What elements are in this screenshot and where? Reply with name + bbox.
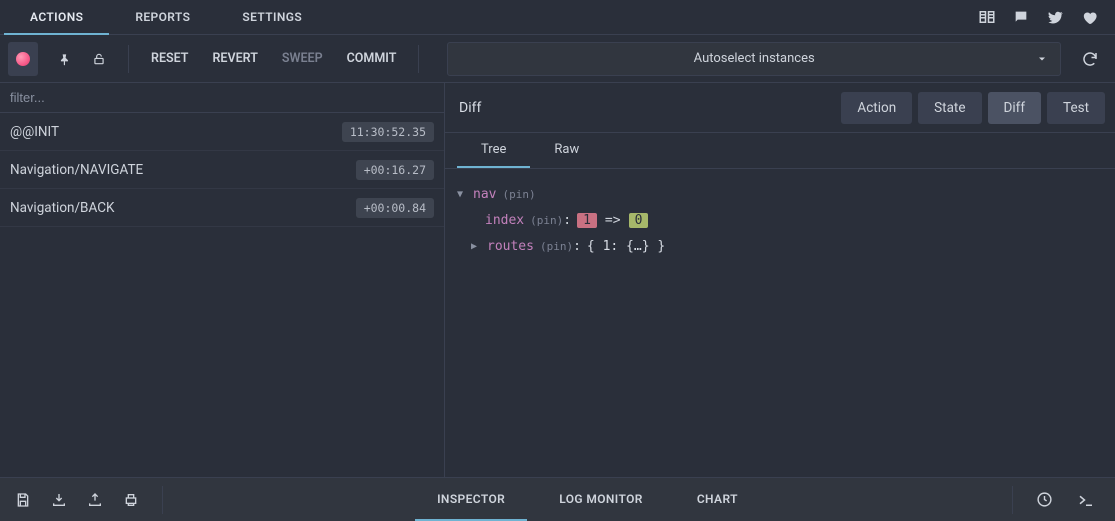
diff-arrow: => [605, 213, 621, 228]
actions-list: @@INIT 11:30:52.35 Navigation/NAVIGATE +… [0, 113, 444, 477]
main: @@INIT 11:30:52.35 Navigation/NAVIGATE +… [0, 83, 1115, 477]
record-button[interactable] [8, 42, 38, 76]
toolbar: RESET REVERT SWEEP COMMIT Autoselect ins… [0, 35, 1115, 83]
sweep-button[interactable]: SWEEP [270, 51, 335, 66]
diff-tree: ▼ nav (pin) index (pin): 1 => 0 ▶ routes… [445, 169, 1115, 477]
tree-key: nav [473, 187, 496, 202]
diff-new-value: 0 [629, 213, 649, 228]
twitter-icon[interactable] [1041, 3, 1069, 31]
action-name: Navigation/BACK [10, 200, 356, 216]
diff-old-value: 1 [577, 213, 597, 228]
bottom-tabs: INSPECTOR LOG MONITOR CHART [173, 478, 1002, 521]
mode-action[interactable]: Action [841, 92, 912, 124]
tree-key: routes [487, 239, 534, 254]
instance-selector[interactable]: Autoselect instances [447, 42, 1061, 76]
action-row[interactable]: @@INIT 11:30:52.35 [0, 113, 444, 151]
mode-diff[interactable]: Diff [988, 92, 1042, 124]
action-time: +00:00.84 [356, 198, 434, 218]
export-icon[interactable] [44, 485, 74, 515]
top-tabs: ACTIONS REPORTS SETTINGS [0, 0, 1115, 35]
pin-button[interactable] [50, 42, 80, 76]
tab-actions[interactable]: ACTIONS [4, 0, 109, 35]
pin-label[interactable]: (pin) [540, 240, 573, 253]
sync-button[interactable] [1075, 44, 1105, 74]
instance-selector-label: Autoselect instances [694, 51, 815, 66]
actions-panel: @@INIT 11:30:52.35 Navigation/NAVIGATE +… [0, 83, 445, 477]
inspector-header: Diff Action State Diff Test [445, 83, 1115, 133]
clock-icon[interactable] [1029, 485, 1059, 515]
record-icon [16, 52, 30, 66]
heart-icon[interactable] [1075, 3, 1103, 31]
lock-button[interactable] [84, 42, 114, 76]
import-icon[interactable] [80, 485, 110, 515]
subtab-tree[interactable]: Tree [457, 133, 530, 168]
inspector-subtabs: Tree Raw [445, 133, 1115, 169]
tree-key: index [485, 213, 524, 228]
expand-icon[interactable]: ▶ [471, 241, 485, 252]
action-row[interactable]: Navigation/NAVIGATE +00:16.27 [0, 151, 444, 189]
text-actions: RESET REVERT SWEEP COMMIT [139, 51, 408, 66]
print-icon[interactable] [116, 485, 146, 515]
inspector-mode-buttons: Action State Diff Test [841, 92, 1105, 124]
action-row[interactable]: Navigation/BACK +00:00.84 [0, 189, 444, 227]
bottom-tab-inspector[interactable]: INSPECTOR [415, 478, 527, 521]
subtab-raw[interactable]: Raw [530, 133, 603, 168]
pin-label[interactable]: (pin) [530, 214, 563, 227]
bottom-tab-log-monitor[interactable]: LOG MONITOR [537, 478, 665, 521]
mode-state[interactable]: State [918, 92, 981, 124]
chevron-down-icon [1036, 53, 1048, 65]
reset-button[interactable]: RESET [139, 51, 200, 66]
collapse-icon[interactable]: ▼ [457, 189, 471, 200]
docs-icon[interactable] [973, 3, 1001, 31]
console-icon[interactable] [1071, 485, 1101, 515]
save-icon[interactable] [8, 485, 38, 515]
chat-icon[interactable] [1007, 3, 1035, 31]
pin-label[interactable]: (pin) [502, 188, 535, 201]
tab-settings[interactable]: SETTINGS [216, 0, 328, 35]
commit-button[interactable]: COMMIT [335, 51, 409, 66]
revert-button[interactable]: REVERT [200, 51, 269, 66]
tree-preview: { 1: {…} } [587, 239, 665, 254]
action-time: +00:16.27 [356, 160, 434, 180]
mode-test[interactable]: Test [1047, 92, 1105, 124]
inspector-panel: Diff Action State Diff Test Tree Raw ▼ n… [445, 83, 1115, 477]
action-name: @@INIT [10, 124, 342, 140]
inspector-title: Diff [459, 100, 841, 116]
bottom-bar: INSPECTOR LOG MONITOR CHART [0, 477, 1115, 521]
filter-input[interactable] [0, 83, 444, 112]
bottom-tab-chart[interactable]: CHART [675, 478, 760, 521]
tab-reports[interactable]: REPORTS [109, 0, 216, 35]
action-name: Navigation/NAVIGATE [10, 162, 356, 178]
action-time: 11:30:52.35 [342, 122, 434, 142]
